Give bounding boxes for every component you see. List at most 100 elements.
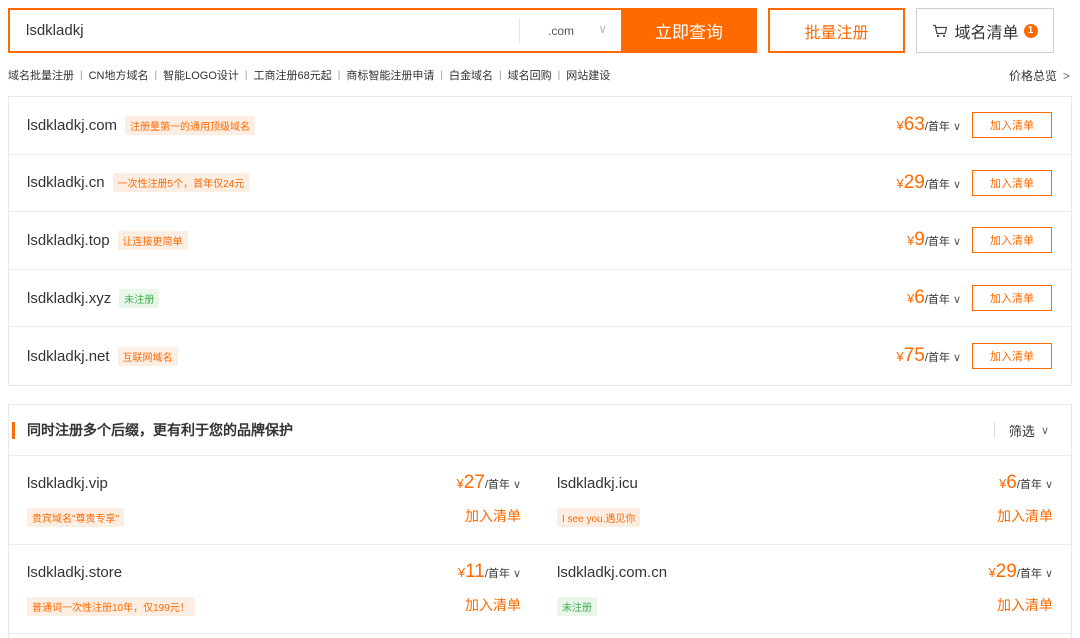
link-separator: | xyxy=(557,69,561,81)
suffix-select-value: .com xyxy=(548,23,575,38)
filter-dropdown[interactable]: 筛选 ∨ xyxy=(993,421,1049,440)
price-value: 29 xyxy=(903,171,925,193)
quick-link[interactable]: 白金域名 xyxy=(449,67,493,83)
recommend-item: lsdkladkj.icu I see you.遇见你 ¥6/首年 ∨ 加入清单 xyxy=(539,456,1071,544)
price-unit: /首年 xyxy=(1016,568,1042,580)
price-unit: /首年 xyxy=(484,479,510,491)
domain-tag: 注册量第一的通用顶级域名 xyxy=(125,115,256,135)
domain-name: lsdkladkj.cn xyxy=(27,174,105,192)
price-overview-link[interactable]: 价格总览 > xyxy=(1009,67,1070,84)
domain-name: lsdkladkj.com xyxy=(27,116,118,134)
recommend-panel: 同时注册多个后缀，更有利于您的品牌保护 筛选 ∨ lsdkladkj.vip 贵… xyxy=(8,404,1072,638)
currency-symbol: ¥ xyxy=(907,233,915,249)
domain-cart-button[interactable]: 域名清单 1 xyxy=(916,8,1054,53)
domain-tag: 贵宾域名"尊贵专享" xyxy=(27,508,125,527)
chevron-down-icon: ∨ xyxy=(952,352,961,365)
price-unit: /首年 xyxy=(924,178,950,191)
domain-search-input[interactable] xyxy=(10,10,519,51)
price-unit: /首年 xyxy=(924,294,950,307)
chevron-down-icon: ∨ xyxy=(1044,568,1053,580)
domain-result-row: lsdkladkj.top 让连接更简单 ¥9/首年 ∨ 加入清单 xyxy=(9,212,1071,270)
domain-tag: 互联网域名 xyxy=(117,346,178,366)
chevron-down-icon: ∨ xyxy=(598,22,607,36)
price-unit: /首年 xyxy=(1016,479,1042,491)
chevron-down-icon: ∨ xyxy=(952,121,961,134)
add-to-list-link[interactable]: 加入清单 xyxy=(465,595,521,615)
recommend-item: lsdkladkj.store 普通词一次性注册10年，仅199元！ ¥11/首… xyxy=(9,545,539,633)
chevron-down-icon: ∨ xyxy=(512,568,521,580)
domain-status-tag: 未注册 xyxy=(557,597,597,616)
link-separator: | xyxy=(337,69,341,81)
add-to-list-link[interactable]: 加入清单 xyxy=(465,506,521,526)
currency-symbol: ¥ xyxy=(896,118,904,134)
add-to-list-link[interactable]: 加入清单 xyxy=(997,506,1053,526)
domain-name: lsdkladkj.vip xyxy=(27,475,108,492)
quick-link[interactable]: 智能LOGO设计 xyxy=(163,67,239,83)
quick-link[interactable]: 域名批量注册 xyxy=(8,67,74,83)
link-separator: | xyxy=(440,69,443,81)
currency-symbol: ¥ xyxy=(999,476,1007,491)
chevron-right-icon: > xyxy=(1062,69,1070,83)
recommend-item: lsdkladkj.com.cn 未注册 ¥29/首年 ∨ 加入清单 xyxy=(539,545,1071,633)
section-accent-bar xyxy=(12,421,15,439)
price-selector[interactable]: ¥63/首年 ∨ xyxy=(897,114,962,136)
domain-result-list: lsdkladkj.com 注册量第一的通用顶级域名 ¥63/首年 ∨ 加入清单 … xyxy=(8,96,1072,386)
domain-name: lsdkladkj.net xyxy=(27,347,110,365)
price-selector[interactable]: ¥27/首年 ∨ xyxy=(457,472,522,494)
quick-link[interactable]: 商标智能注册申请 xyxy=(346,67,434,83)
add-to-list-button[interactable]: 加入清单 xyxy=(972,285,1052,312)
domain-result-row: lsdkladkj.net 互联网域名 ¥75/首年 ∨ 加入清单 xyxy=(9,327,1071,385)
row-divider xyxy=(9,633,1071,634)
suffix-select[interactable]: .com ∨ xyxy=(519,18,621,43)
domain-status-tag: 未注册 xyxy=(119,288,160,308)
price-selector[interactable]: ¥6/首年 ∨ xyxy=(907,287,961,309)
price-overview-label: 价格总览 xyxy=(1008,69,1057,83)
domain-result-row: lsdkladkj.cn 一次性注册5个，首年仅24元 ¥29/首年 ∨ 加入清单 xyxy=(9,155,1071,213)
query-button[interactable]: 立即查询 xyxy=(621,8,757,53)
cart-icon xyxy=(933,24,948,37)
chevron-down-icon: ∨ xyxy=(952,178,961,191)
quick-link[interactable]: 工商注册68元起 xyxy=(254,67,332,83)
price-selector[interactable]: ¥9/首年 ∨ xyxy=(907,229,961,251)
cart-count-badge: 1 xyxy=(1023,23,1038,38)
recommend-title: 同时注册多个后缀，更有利于您的品牌保护 xyxy=(27,422,293,438)
domain-tag: I see you.遇见你 xyxy=(557,508,641,527)
price-selector[interactable]: ¥11/首年 ∨ xyxy=(458,561,521,583)
add-to-list-button[interactable]: 加入清单 xyxy=(972,169,1052,196)
chevron-down-icon: ∨ xyxy=(1044,479,1053,491)
price-selector[interactable]: ¥29/首年 ∨ xyxy=(989,561,1054,583)
price-value: 29 xyxy=(995,561,1017,582)
domain-name: lsdkladkj.com.cn xyxy=(557,564,668,581)
currency-symbol: ¥ xyxy=(896,349,904,365)
domain-name: lsdkladkj.store xyxy=(27,564,123,581)
chevron-down-icon: ∨ xyxy=(512,479,521,491)
add-to-list-button[interactable]: 加入清单 xyxy=(972,112,1052,139)
quick-link[interactable]: CN地方域名 xyxy=(89,67,149,83)
domain-search-box: .com ∨ 立即查询 xyxy=(8,8,757,53)
price-selector[interactable]: ¥6/首年 ∨ xyxy=(999,472,1053,494)
add-to-list-button[interactable]: 加入清单 xyxy=(972,227,1052,254)
quick-link[interactable]: 域名回购 xyxy=(508,67,552,83)
recommend-header: 同时注册多个后缀，更有利于您的品牌保护 筛选 ∨ xyxy=(9,405,1071,456)
price-value: 11 xyxy=(465,561,485,582)
add-to-list-button[interactable]: 加入清单 xyxy=(972,343,1052,370)
batch-register-button[interactable]: 批量注册 xyxy=(768,8,905,53)
currency-symbol: ¥ xyxy=(988,565,996,580)
price-selector[interactable]: ¥75/首年 ∨ xyxy=(897,345,962,367)
cart-label: 域名清单 xyxy=(954,24,1019,42)
link-separator: | xyxy=(154,69,158,81)
currency-symbol: ¥ xyxy=(907,291,915,307)
price-selector[interactable]: ¥29/首年 ∨ xyxy=(897,172,962,194)
add-to-list-link[interactable]: 加入清单 xyxy=(997,595,1053,615)
domain-tag: 让连接更简单 xyxy=(117,230,188,250)
quick-link[interactable]: 网站建设 xyxy=(566,67,610,83)
currency-symbol: ¥ xyxy=(457,565,466,580)
divider xyxy=(993,422,995,438)
filter-label: 筛选 xyxy=(1008,423,1035,439)
currency-symbol: ¥ xyxy=(896,175,904,191)
link-separator: | xyxy=(80,69,83,81)
chevron-down-icon: ∨ xyxy=(952,294,961,307)
domain-result-row: lsdkladkj.xyz 未注册 ¥6/首年 ∨ 加入清单 xyxy=(9,270,1071,328)
price-value: 75 xyxy=(903,345,925,367)
chevron-down-icon: ∨ xyxy=(1040,424,1049,437)
